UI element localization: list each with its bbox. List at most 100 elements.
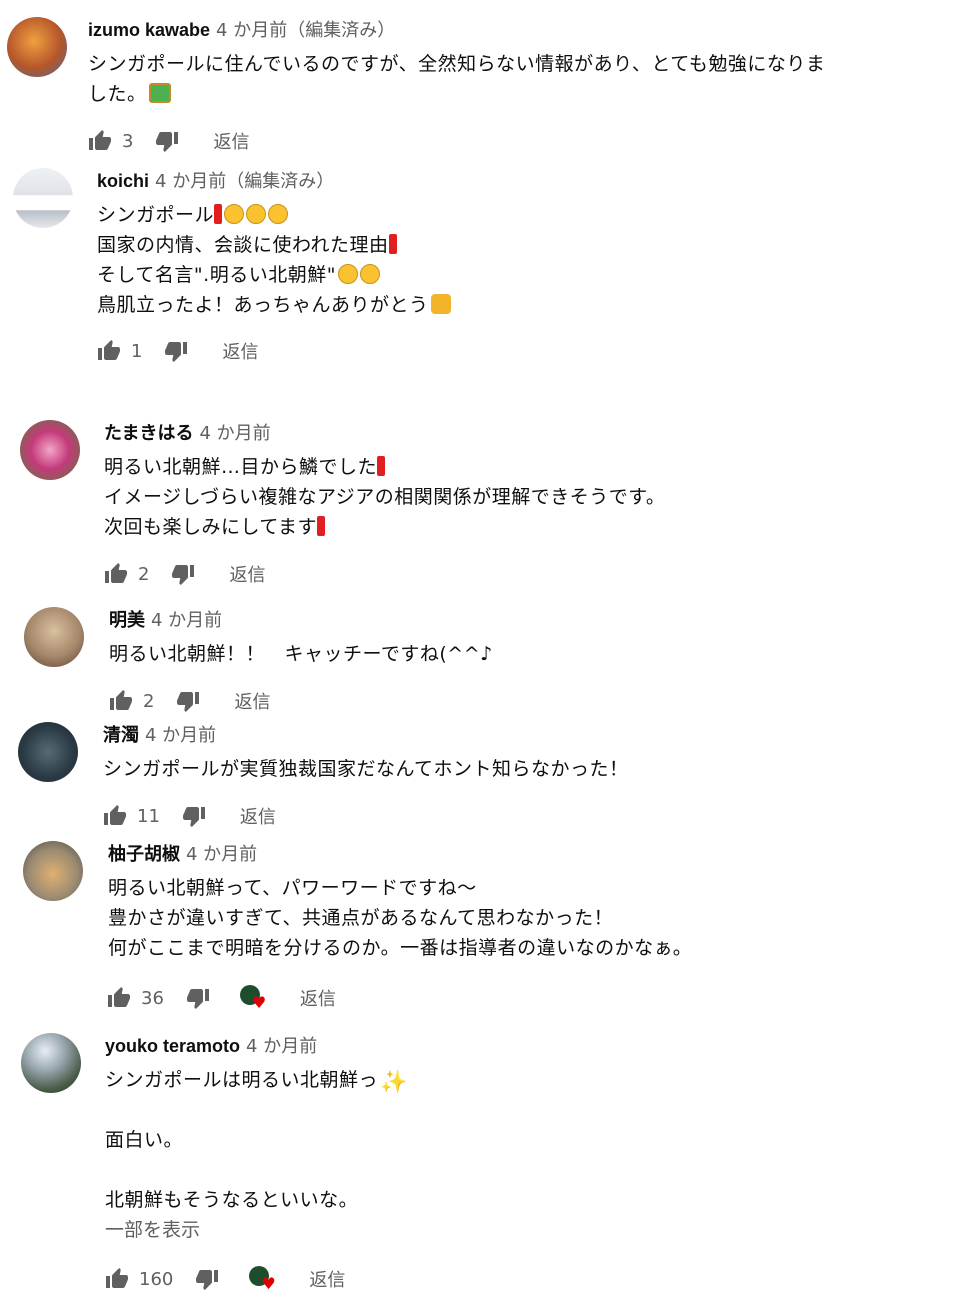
comment-actions: 36 ♥ 返信	[107, 983, 336, 1013]
like-count: 160	[139, 1268, 174, 1290]
avatar[interactable]	[20, 420, 80, 480]
comment-line: した。	[88, 83, 147, 105]
reply-button[interactable]: 返信	[309, 1266, 345, 1292]
like-icon[interactable]	[104, 562, 128, 586]
like-count: 2	[143, 690, 155, 712]
laughing-icon	[359, 264, 380, 284]
comment-line: そして名言".明るい北朝鮮"	[97, 264, 336, 286]
dislike-icon[interactable]	[182, 804, 206, 828]
dislike-icon[interactable]	[176, 689, 200, 713]
avatar[interactable]	[7, 17, 67, 77]
smile-icon	[246, 204, 267, 224]
comment-line	[105, 1095, 402, 1125]
timestamp[interactable]: 4 か月前	[246, 1036, 317, 1057]
avatar[interactable]	[21, 1033, 81, 1093]
exclamation-icon	[214, 204, 223, 224]
comment-header: たまきはる 4 か月前	[104, 421, 665, 446]
comment-line: 明るい北朝鮮！！ キャッチーですね(^^♪	[109, 643, 493, 665]
author-name[interactable]: 明美	[109, 610, 145, 630]
comment-text: 明るい北朝鮮…目から鱗でした イメージしづらい複雑なアジアの相関関係が理解できそ…	[104, 452, 665, 542]
timestamp[interactable]: 4 か月前	[151, 610, 222, 631]
reply-button[interactable]: 返信	[300, 985, 336, 1011]
timestamp[interactable]: 4 か月前	[145, 725, 216, 746]
author-name[interactable]: 清濁	[103, 725, 139, 745]
heart-icon: ♥	[251, 993, 267, 1012]
like-icon[interactable]	[103, 804, 127, 828]
exclamation-icon	[316, 516, 325, 536]
smile-icon	[224, 204, 245, 224]
avatar[interactable]	[23, 841, 83, 901]
reply-button[interactable]: 返信	[240, 803, 276, 829]
like-count: 3	[122, 130, 134, 152]
comment-line: シンガポールは明るい北朝鮮っ	[105, 1069, 379, 1091]
author-name[interactable]: izumo kawabe	[88, 20, 210, 40]
author-name[interactable]: koichi	[97, 171, 149, 191]
comment-line: 次回も楽しみにしてます	[104, 516, 317, 538]
heart-icon: ♥	[261, 1274, 276, 1293]
comment-line: シンガポールに住んでいるのですが、全然知らない情報があり、とても勉強になりま	[88, 53, 826, 75]
timestamp[interactable]: 4 か月前（編集済み）	[155, 171, 334, 192]
comment-line: 鳥肌立ったよ！あっちゃんありがとう	[97, 294, 429, 316]
comment-actions: 1 返信	[97, 336, 258, 366]
comment-line: 豊かさが違いすぎて、共通点があるなんて思わなかった！	[108, 907, 614, 929]
read-more-link[interactable]: 一部を表示	[105, 1215, 402, 1245]
creator-heart-badge: ♥	[239, 985, 267, 1012]
comment-line	[105, 1155, 402, 1185]
like-icon[interactable]	[107, 986, 131, 1010]
comment-actions: 11 返信	[103, 801, 276, 831]
comment-text: シンガポール 国家の内情、会談に使われた理由 そして名言".明るい北朝鮮" 鳥肌…	[97, 200, 451, 320]
author-name[interactable]: たまきはる	[104, 423, 193, 443]
comment-line: シンガポールが実質独裁国家だなんてホント知らなかった！	[103, 758, 629, 780]
comment-actions: 2 返信	[104, 559, 265, 589]
like-count: 1	[131, 340, 143, 362]
exclamation-icon	[388, 234, 397, 254]
comment-line: 明るい北朝鮮…目から鱗でした	[104, 456, 378, 478]
avatar[interactable]	[13, 168, 73, 228]
dislike-icon[interactable]	[155, 129, 179, 153]
dislike-icon[interactable]	[195, 1267, 219, 1291]
comment-line: イメージしづらい複雑なアジアの相関関係が理解できそうです。	[104, 486, 666, 508]
sparkles-icon: ✨	[380, 1070, 408, 1095]
reply-button[interactable]: 返信	[213, 128, 249, 154]
comment-line: 国家の内情、会談に使われた理由	[97, 234, 389, 256]
thumbs-up-emoji-icon	[430, 294, 451, 314]
timestamp[interactable]: 4 か月前（編集済み）	[216, 20, 395, 41]
comment-actions: 3 返信	[88, 126, 249, 156]
laughing-icon	[337, 264, 358, 284]
comment-header: youko teramoto 4 か月前	[105, 1034, 402, 1059]
smile-icon	[268, 204, 289, 224]
reply-button[interactable]: 返信	[222, 338, 258, 364]
comment-header: 明美 4 か月前	[109, 608, 493, 633]
comment-header: 柚子胡椒 4 か月前	[108, 842, 692, 867]
dislike-icon[interactable]	[171, 562, 195, 586]
comment-text: シンガポールが実質独裁国家だなんてホント知らなかった！	[103, 754, 629, 784]
timestamp[interactable]: 4 か月前	[186, 844, 257, 865]
like-icon[interactable]	[109, 689, 133, 713]
avatar[interactable]	[18, 722, 78, 782]
avatar[interactable]	[24, 607, 84, 667]
comment-text: 明るい北朝鮮って、パワーワードですね～ 豊かさが違いすぎて、共通点があるなんて思…	[108, 873, 692, 963]
like-icon[interactable]	[105, 1267, 129, 1291]
comment-actions: 2 返信	[109, 686, 270, 716]
comment-actions: 160 ♥ 返信	[105, 1264, 345, 1294]
timestamp[interactable]: 4 か月前	[199, 423, 270, 444]
comment-text: シンガポールに住んでいるのですが、全然知らない情報があり、とても勉強になりま し…	[88, 49, 825, 109]
comment-text: シンガポールは明るい北朝鮮っ✨ 面白い。 北朝鮮もそうなるといいな。	[105, 1065, 408, 1215]
comment-header: izumo kawabe 4 か月前（編集済み）	[88, 18, 825, 43]
dislike-icon[interactable]	[164, 339, 188, 363]
like-count: 36	[141, 987, 164, 1009]
comment-line: 面白い。	[105, 1129, 184, 1151]
author-name[interactable]: youko teramoto	[105, 1036, 240, 1056]
comment-header: koichi 4 か月前（編集済み）	[97, 169, 451, 194]
creator-heart-badge: ♥	[249, 1266, 276, 1293]
reply-button[interactable]: 返信	[234, 688, 270, 714]
reply-button[interactable]: 返信	[229, 561, 265, 587]
dislike-icon[interactable]	[186, 986, 210, 1010]
comment-header: 清濁 4 か月前	[103, 723, 629, 748]
teacher-emoji-icon	[148, 83, 171, 103]
like-icon[interactable]	[88, 129, 112, 153]
like-icon[interactable]	[97, 339, 121, 363]
author-name[interactable]: 柚子胡椒	[108, 844, 180, 864]
like-count: 11	[137, 805, 160, 827]
exclamation-icon	[377, 456, 386, 476]
